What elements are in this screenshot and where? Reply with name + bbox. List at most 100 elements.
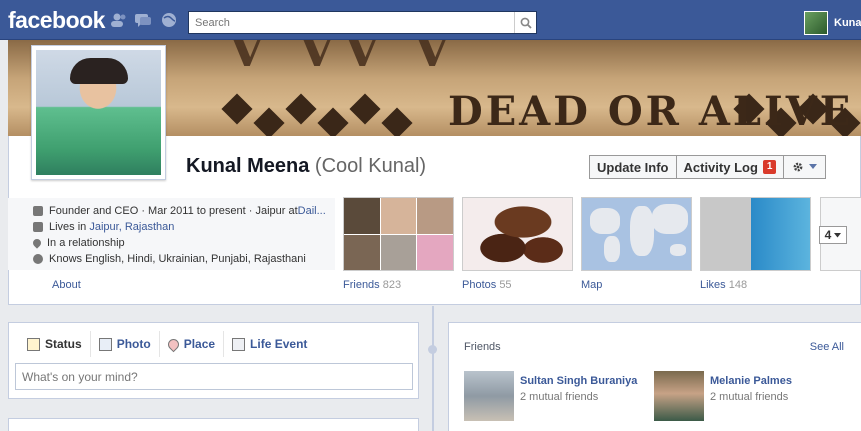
cover-decoration: [317, 107, 349, 136]
about-link[interactable]: About: [52, 279, 81, 291]
alternate-name: (Cool Kunal): [314, 155, 427, 177]
messages-icon[interactable]: [134, 12, 152, 28]
update-info-button[interactable]: Update Info: [589, 155, 677, 179]
tab-status[interactable]: Status: [19, 331, 91, 357]
notifications-globe-icon[interactable]: [160, 12, 178, 28]
briefcase-icon: [33, 206, 43, 216]
profile-photo-detail: [70, 58, 128, 84]
friend-item[interactable]: Sultan Singh Buraniya 2 mutual friends: [464, 371, 637, 421]
friends-box-title: Friends: [464, 341, 501, 353]
tile-label-text: Map: [581, 279, 603, 291]
tab-label: Status: [45, 337, 82, 351]
map-land: [590, 208, 620, 234]
search-button[interactable]: [514, 12, 536, 33]
tab-label: Place: [183, 337, 216, 351]
languages-row: Knows English, Hindi, Ukrainian, Punjabi…: [33, 251, 333, 267]
friend-thumb: [417, 198, 453, 234]
gear-icon: [794, 162, 803, 172]
friend-name[interactable]: Melanie Palmes: [710, 375, 792, 387]
search-icon: [520, 17, 532, 29]
map-tile[interactable]: [581, 197, 692, 271]
work-row: Founder and CEO · Mar 2011 to present · …: [33, 203, 333, 219]
photos-tile[interactable]: [462, 197, 573, 271]
friends-tile[interactable]: [343, 197, 454, 271]
tile-count: 55: [499, 279, 512, 291]
cover-text: DEAD OR ALIVE: [448, 88, 854, 135]
tile-label-text: Friends: [343, 279, 380, 291]
more-count: 4: [824, 228, 832, 242]
friend-details: Sultan Singh Buraniya 2 mutual friends: [520, 371, 637, 421]
tile-count: 823: [382, 279, 402, 291]
likes-tile-label[interactable]: Likes 148: [700, 279, 747, 291]
heart-icon: [33, 237, 43, 249]
tab-label: Life Event: [250, 337, 308, 351]
settings-dropdown-button[interactable]: [784, 155, 827, 179]
composer-tabs: Status Photo Place Life Event: [19, 331, 315, 357]
profile-info: Founder and CEO · Mar 2011 to present · …: [33, 203, 333, 267]
place-pin-icon: [165, 336, 181, 352]
cover-decoration: [221, 93, 253, 125]
activity-log-button[interactable]: Activity Log 1: [676, 155, 785, 179]
user-name: Kuna: [834, 17, 861, 29]
post-composer: Status Photo Place Life Event What's on …: [8, 322, 419, 399]
profile-picture[interactable]: [31, 45, 166, 180]
status-input[interactable]: What's on your mind?: [15, 363, 413, 390]
tab-label: Photo: [116, 337, 151, 351]
chevron-down-icon: [834, 232, 842, 237]
likes-tile[interactable]: [700, 197, 811, 271]
friend-photo: [464, 371, 514, 421]
tile-label-text: Photos: [462, 279, 497, 291]
friend-thumb: [380, 234, 417, 270]
search-box: [188, 11, 537, 34]
friend-thumb: [417, 234, 453, 270]
friend-details: Melanie Palmes 2 mutual friends: [710, 371, 792, 421]
friend-requests-icon[interactable]: [110, 12, 128, 28]
activity-log-label: Activity Log: [683, 159, 758, 175]
friend-name[interactable]: Sultan Singh Buraniya: [520, 375, 637, 387]
tab-life-event[interactable]: Life Event: [224, 331, 315, 357]
search-input[interactable]: [189, 12, 509, 33]
more-tiles: 4: [819, 197, 861, 271]
life-event-icon: [232, 337, 246, 351]
friends-tile-label[interactable]: Friends 823: [343, 279, 401, 291]
map-land: [604, 236, 620, 262]
map-land: [652, 204, 688, 234]
home-icon: [33, 222, 43, 232]
cover-decoration: [285, 93, 317, 125]
friend-thumb: [344, 234, 380, 270]
timeline-dot: [428, 345, 437, 354]
relationship-row: In a relationship: [33, 235, 333, 251]
full-name[interactable]: Kunal Meena: [186, 155, 309, 177]
map-tile-label[interactable]: Map: [581, 279, 602, 291]
cover-decoration: [253, 107, 285, 136]
languages-text: Knows English, Hindi, Ukrainian, Punjabi…: [49, 253, 306, 265]
timeline-post-card: [8, 418, 419, 431]
friend-thumb: [344, 198, 380, 234]
lives-text: Lives in: [49, 221, 87, 233]
relationship-text: In a relationship: [47, 237, 125, 249]
see-all-link[interactable]: See All: [810, 341, 844, 353]
avatar: [804, 11, 828, 35]
chevron-down-icon: [809, 164, 818, 169]
globe-icon: [33, 254, 43, 264]
profile-shortcut[interactable]: Kuna: [804, 11, 861, 35]
friend-thumb: [380, 198, 417, 234]
tab-place[interactable]: Place: [160, 331, 225, 357]
facebook-logo[interactable]: facebook: [8, 7, 105, 34]
photos-tile-label[interactable]: Photos 55: [462, 279, 512, 291]
lives-link[interactable]: Jaipur, Rajasthan: [89, 221, 174, 233]
photo-icon: [98, 337, 112, 351]
profile-photo: [36, 50, 161, 175]
status-icon: [27, 337, 40, 351]
tab-photo[interactable]: Photo: [91, 331, 160, 357]
work-link[interactable]: Dail...: [298, 205, 326, 217]
top-bar: facebook Kuna: [0, 0, 861, 40]
more-tiles-selector[interactable]: 4: [819, 226, 847, 244]
cover-decoration: V VV V: [228, 40, 459, 78]
mutual-friends: 2 mutual friends: [710, 391, 789, 403]
tile-count: 148: [728, 279, 748, 291]
work-text: Founder and CEO · Mar 2011 to present · …: [49, 205, 298, 217]
friend-item[interactable]: Melanie Palmes 2 mutual friends: [654, 371, 792, 421]
map-land: [670, 244, 686, 256]
profile-actions: Update Info Activity Log 1: [589, 155, 827, 179]
